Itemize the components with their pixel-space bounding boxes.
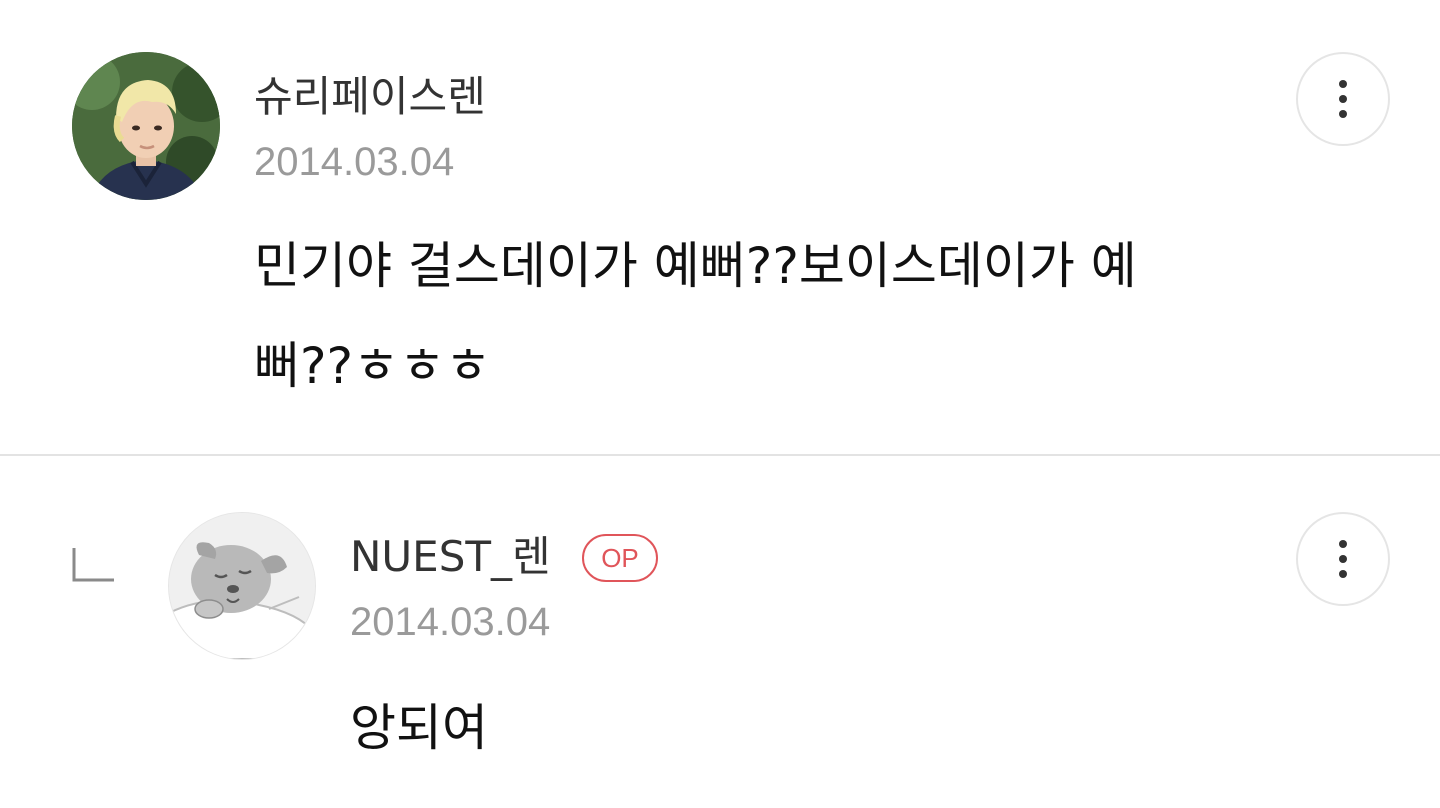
more-vertical-icon [1339,540,1347,548]
user-avatar[interactable] [72,52,220,200]
comment-item: 슈리페이스렌 2014.03.04 민기야 걸스데이가 예뻐??보이스데이가 예… [0,0,1440,455]
profile-photo-icon [72,52,220,200]
op-badge: OP [582,534,658,582]
more-vertical-icon [1339,80,1347,88]
comment-date: 2014.03.04 [254,140,455,184]
comment-text: 민기야 걸스데이가 예뻐??보이스데이가 예 뻐??ㅎㅎㅎ [254,237,1137,395]
author-name[interactable]: 슈리페이스렌 [254,76,486,118]
user-avatar[interactable] [168,512,316,660]
sleeping-dog-character-icon [169,513,315,659]
reply-comment-item: NUEST_렌 OP 2014.03.04 앙되여 [0,456,1440,808]
comment-text: 앙되여 [350,699,488,757]
author-name[interactable]: NUEST_렌 [350,536,551,578]
more-options-button[interactable] [1296,512,1390,606]
comment-date: 2014.03.04 [350,600,551,644]
reply-indent-icon [72,548,114,582]
more-options-button[interactable] [1296,52,1390,146]
